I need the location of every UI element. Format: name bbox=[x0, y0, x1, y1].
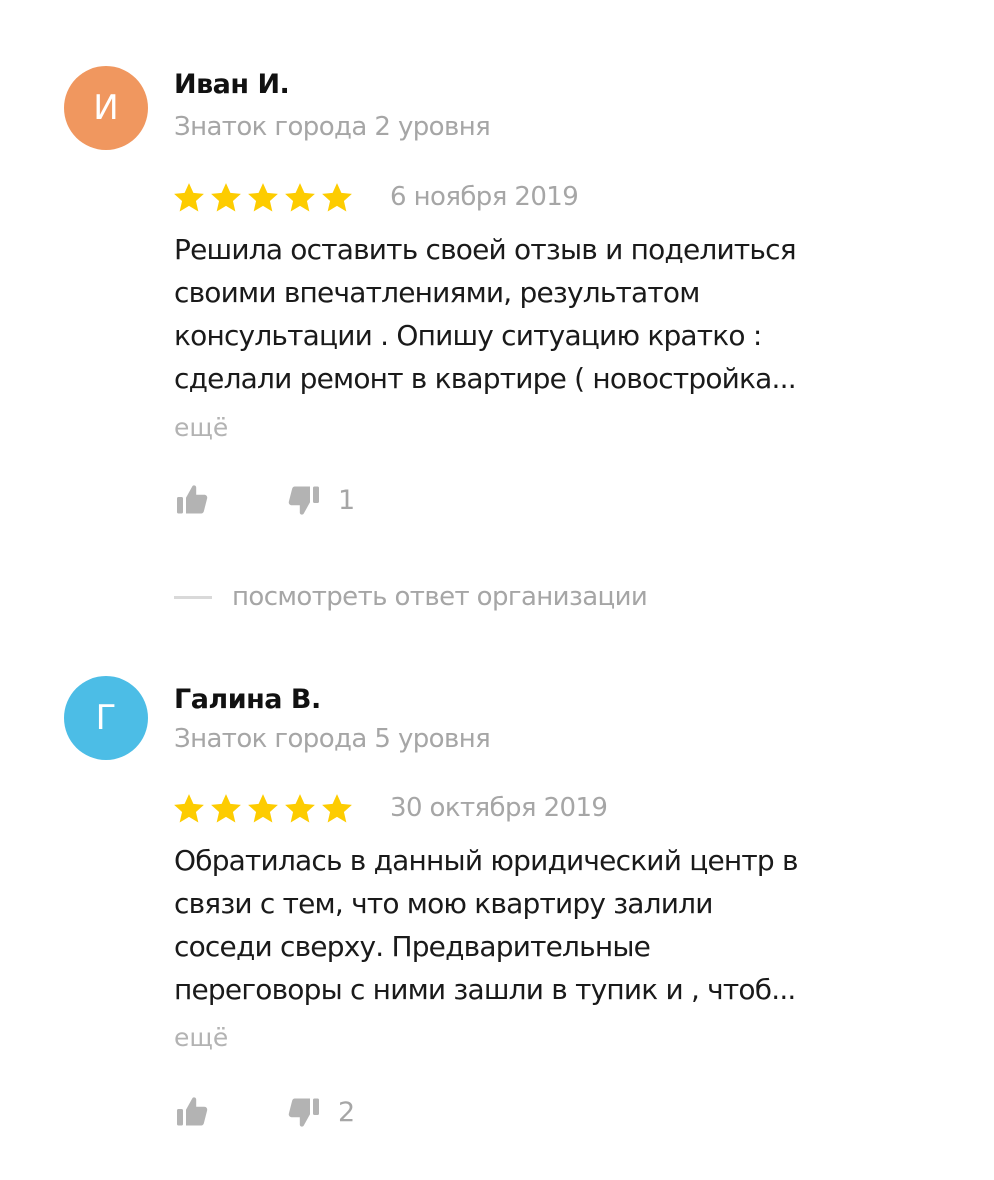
avatar: И bbox=[64, 66, 148, 150]
review-text: Обратилась в данный юридический центр в … bbox=[174, 839, 894, 1011]
author-name[interactable]: Иван И. bbox=[174, 69, 290, 100]
show-more-link[interactable]: ещё bbox=[174, 1023, 228, 1052]
review-text-line: связи с тем, что мою квартиру залили bbox=[174, 887, 713, 920]
review-text-line: Решила оставить своей отзыв и поделиться bbox=[174, 233, 797, 266]
review-date: 6 ноября 2019 bbox=[390, 182, 579, 212]
divider bbox=[174, 595, 212, 599]
star-icon bbox=[285, 183, 315, 212]
rating-stars bbox=[172, 181, 357, 215]
view-org-reply-button[interactable]: посмотреть ответ организации bbox=[174, 582, 648, 612]
dislike-button[interactable]: 2 bbox=[286, 1094, 355, 1130]
author-level: Знаток города 5 уровня bbox=[174, 724, 491, 754]
review-text-line: переговоры с ними зашли в тупик и , чтоб… bbox=[174, 973, 796, 1006]
dislike-count: 1 bbox=[338, 484, 356, 516]
star-icon bbox=[322, 794, 352, 823]
view-org-reply-label: посмотреть ответ организации bbox=[232, 582, 648, 612]
author-level: Знаток города 2 уровня bbox=[174, 112, 491, 142]
review-reactions: 2 bbox=[174, 1092, 355, 1132]
review-text: Решила оставить своей отзыв и поделиться… bbox=[174, 228, 894, 400]
star-icon bbox=[211, 794, 241, 823]
review-text-line: сделали ремонт в квартире ( новостройка.… bbox=[174, 362, 797, 395]
review-text-line: Обратилась в данный юридический центр в bbox=[174, 844, 798, 877]
review-text-line: соседи сверху. Предварительные bbox=[174, 930, 651, 963]
review-text-line: консультации . Опишу ситуацию кратко : bbox=[174, 319, 762, 352]
author-name[interactable]: Галина В. bbox=[174, 684, 321, 715]
review-date: 30 октября 2019 bbox=[390, 793, 608, 823]
dislike-button[interactable]: 1 bbox=[286, 482, 355, 518]
review-reactions: 1 bbox=[174, 480, 355, 520]
dislike-count: 2 bbox=[338, 1096, 356, 1128]
star-icon bbox=[248, 183, 278, 212]
star-icon bbox=[211, 183, 241, 212]
avatar: Г bbox=[64, 676, 148, 760]
thumbs-down-icon bbox=[288, 486, 319, 515]
thumbs-up-icon bbox=[177, 485, 208, 514]
star-icon bbox=[174, 183, 204, 212]
like-button[interactable] bbox=[174, 482, 286, 518]
show-more-link[interactable]: ещё bbox=[174, 413, 228, 442]
star-icon bbox=[285, 794, 315, 823]
rating-stars bbox=[172, 792, 357, 826]
review-text-line: своими впечатлениями, результатом bbox=[174, 276, 700, 309]
star-icon bbox=[174, 794, 204, 823]
like-button[interactable] bbox=[174, 1094, 286, 1130]
thumbs-down-icon bbox=[288, 1098, 319, 1127]
star-icon bbox=[322, 183, 352, 212]
star-icon bbox=[248, 794, 278, 823]
thumbs-up-icon bbox=[177, 1097, 208, 1126]
